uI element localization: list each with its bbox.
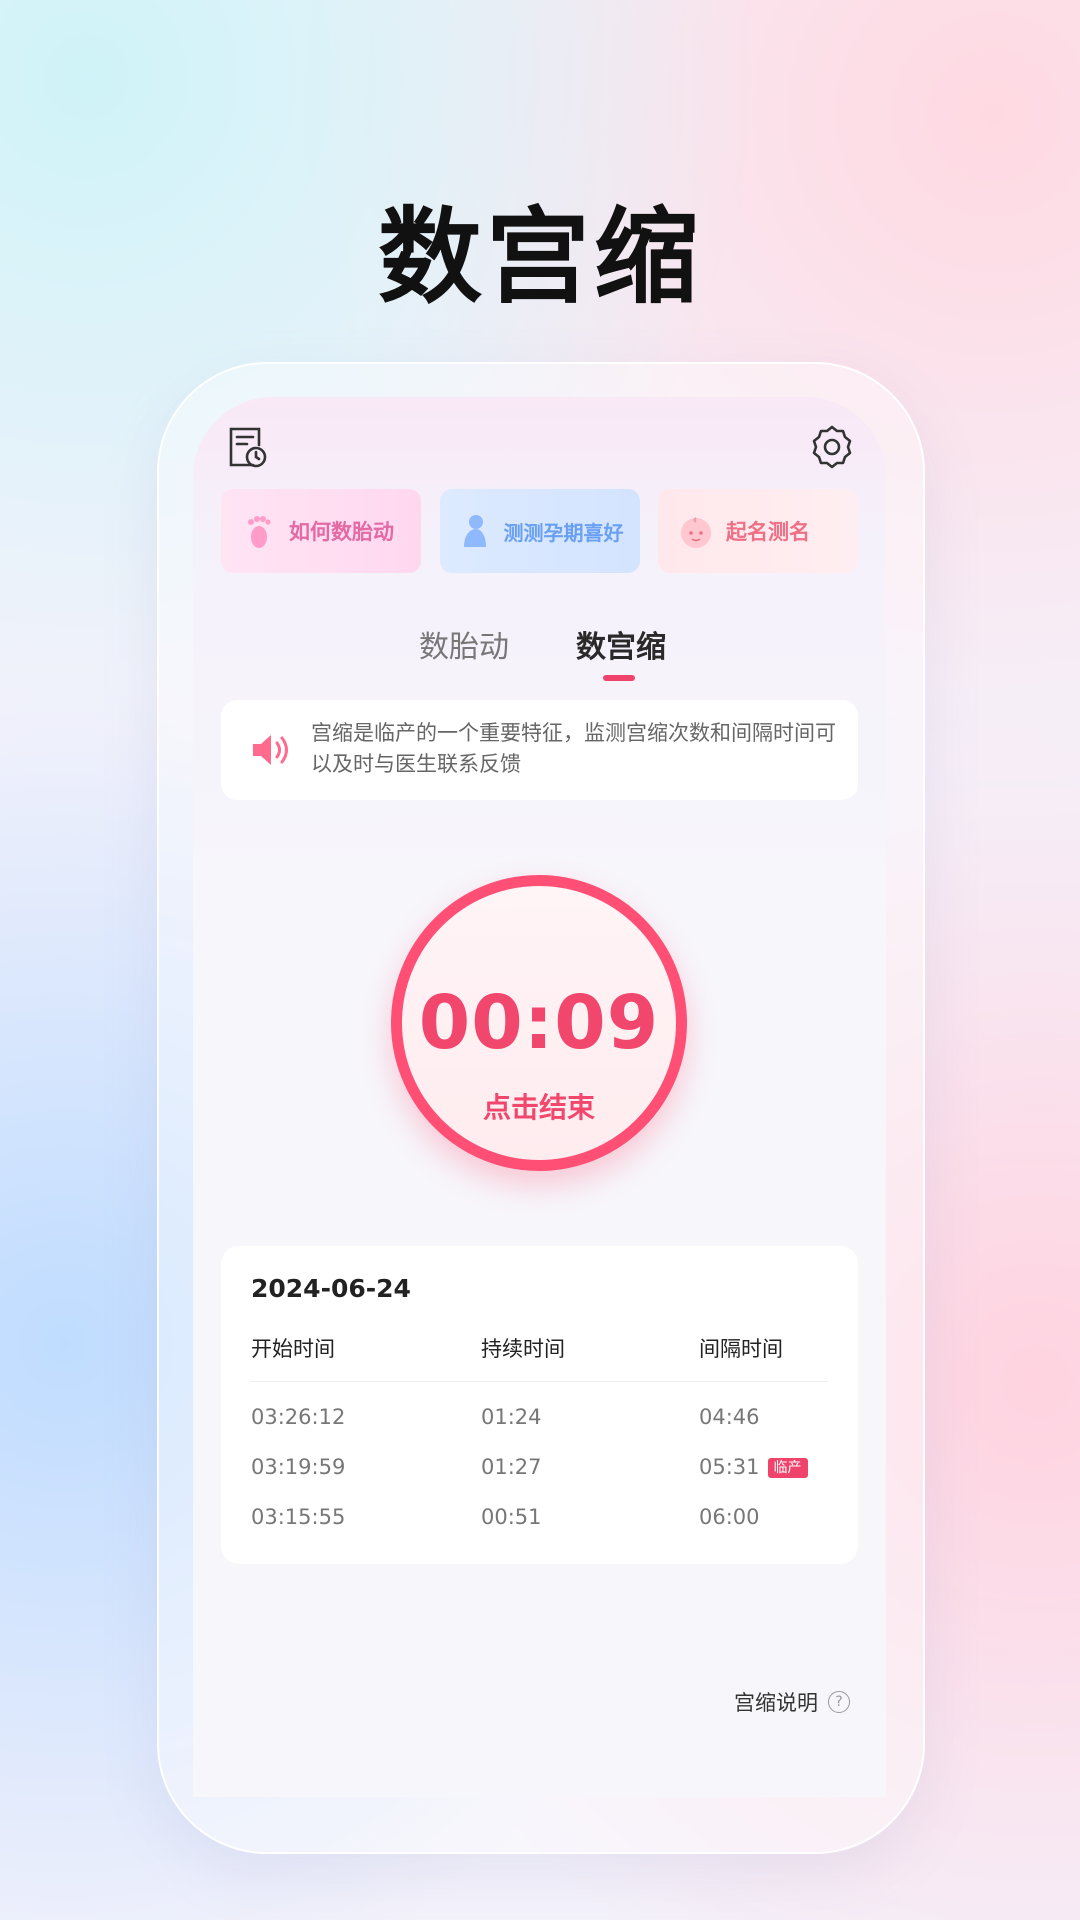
- history-icon[interactable]: [223, 423, 271, 471]
- tip-card: 宫缩是临产的一个重要特征，监测宫缩次数和间隔时间可以及时与医生联系反馈: [221, 700, 858, 800]
- row-interval: 05:31: [699, 1455, 760, 1479]
- row-interval-cell: 05:31 临产: [685, 1455, 828, 1479]
- quick-link-how-to-count-fetal[interactable]: 如何数胎动: [221, 489, 421, 573]
- active-tab-indicator: [603, 675, 635, 681]
- timer-action-label: 点击结束: [482, 1091, 595, 1124]
- row-interval: 04:46: [699, 1405, 760, 1429]
- contraction-help-link[interactable]: 宫缩说明 ?: [734, 1687, 850, 1717]
- quick-link-pregnancy-preference[interactable]: 测测孕期喜好: [439, 489, 640, 573]
- row-start-time: 03:15:55: [251, 1505, 346, 1529]
- table-row: 03:26:12 01:24 04:46: [251, 1392, 828, 1442]
- question-icon: ?: [828, 1691, 850, 1713]
- labor-badge: 临产: [767, 1458, 808, 1478]
- row-start-time: 03:19:59: [251, 1455, 346, 1479]
- table-row: 03:19:59 01:27 05:31 临产: [251, 1442, 828, 1492]
- row-interval: 06:00: [699, 1505, 760, 1529]
- timer-time: 00:09: [418, 980, 660, 1066]
- table-row: 03:15:55 00:51 06:00: [251, 1492, 828, 1542]
- row-duration: 00:51: [481, 1505, 542, 1529]
- row-duration: 01:24: [481, 1405, 542, 1429]
- mode-tabs: 数胎动 数宫缩: [193, 622, 886, 692]
- records-header-row: 开始时间 持续时间 间隔时间: [251, 1333, 828, 1382]
- help-label: 宫缩说明: [734, 1691, 818, 1715]
- tip-text: 宫缩是临产的一个重要特征，监测宫缩次数和间隔时间可以及时与医生联系反馈: [311, 721, 836, 776]
- row-start-time: 03:26:12: [251, 1405, 346, 1429]
- tab-count-contractions[interactable]: 数宫缩: [576, 622, 666, 666]
- quick-link-label: 起名测名: [726, 520, 810, 544]
- baby-silhouette-icon: [463, 515, 486, 547]
- page-headline: 数宫缩: [377, 196, 702, 318]
- quick-link-label: 如何数胎动: [289, 520, 394, 544]
- quick-links-row: 如何数胎动 测测孕期喜好 起名测名: [221, 489, 858, 573]
- column-header-interval: 间隔时间: [699, 1337, 783, 1361]
- contraction-timer-button[interactable]: 00:09 点击结束: [391, 875, 687, 1171]
- records-card: 2024-06-24 开始时间 持续时间 间隔时间 03:26:12 01:24…: [221, 1246, 858, 1564]
- quick-link-label: 测测孕期喜好: [503, 520, 624, 545]
- tab-count-fetal-movement[interactable]: 数胎动: [419, 622, 509, 666]
- record-date: 2024-06-24: [251, 1274, 411, 1303]
- foot-icon: [248, 516, 271, 548]
- app-screen: 如何数胎动 测测孕期喜好 起名测名 数胎动 数宫缩 宫缩是临产的一个重要特征，监…: [193, 397, 886, 1797]
- row-duration: 01:27: [481, 1455, 542, 1479]
- timer-circle[interactable]: 00:09 点击结束: [391, 875, 687, 1171]
- settings-gear-icon[interactable]: [808, 423, 856, 471]
- quick-link-naming[interactable]: 起名测名: [658, 489, 858, 573]
- column-header-start: 开始时间: [251, 1337, 335, 1361]
- column-header-duration: 持续时间: [481, 1337, 565, 1361]
- speaker-icon: [253, 735, 288, 765]
- baby-face-icon: [681, 517, 711, 548]
